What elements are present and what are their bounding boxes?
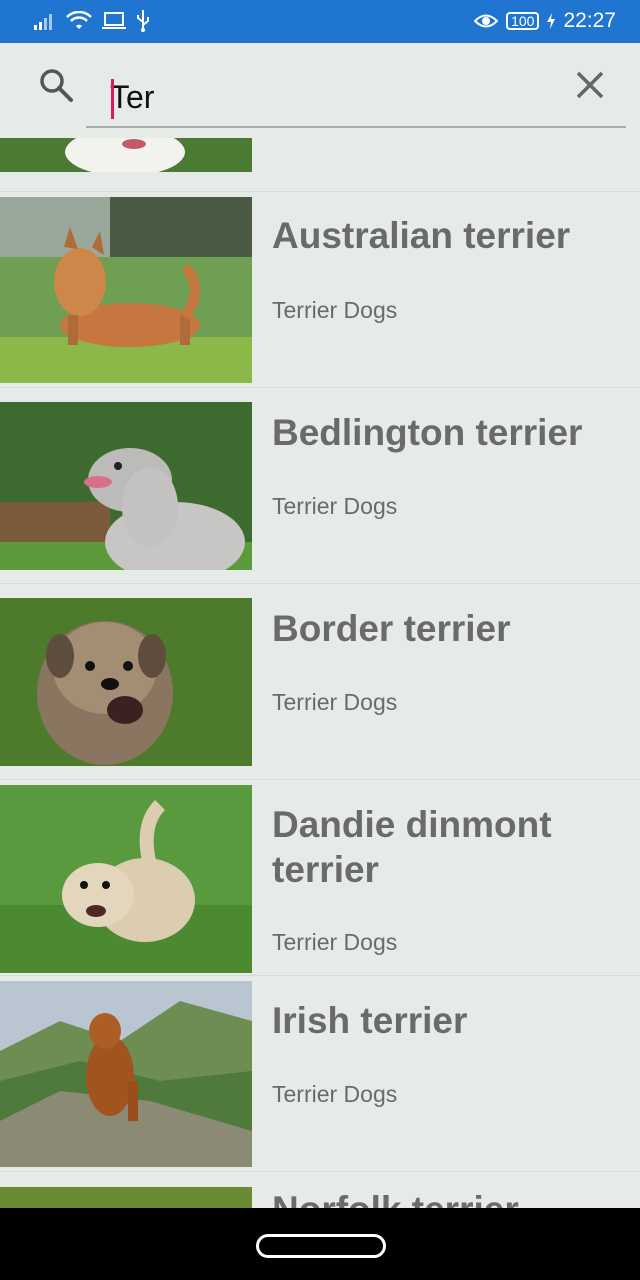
laptop-icon [102, 12, 126, 29]
search-icon[interactable] [38, 67, 74, 103]
search-header: Ter [0, 43, 640, 138]
charging-icon [547, 13, 556, 29]
close-icon[interactable] [574, 69, 606, 101]
status-bar: 100 22:27 [0, 0, 640, 43]
breed-category: Terrier Dogs [272, 1081, 398, 1107]
breed-name: Border terrier [272, 608, 511, 649]
navigation-bar [0, 1208, 640, 1280]
dog-thumbnail [0, 197, 252, 383]
status-icons-right: 100 22:27 [474, 9, 616, 33]
home-gesture-handle[interactable] [256, 1234, 386, 1258]
breed-category: Terrier Dogs [272, 493, 398, 519]
breed-category: Terrier Dogs [272, 297, 398, 323]
breed-name: Bedlington terrier [272, 412, 583, 453]
list-item[interactable]: Irish terrier Terrier Dogs [0, 981, 640, 1177]
divider [0, 779, 640, 780]
list-item[interactable]: Border terrier Terrier Dogs [0, 589, 640, 785]
battery-level: 100 [506, 12, 540, 30]
list-item[interactable]: Bedlington terrier Terrier Dogs [0, 393, 640, 589]
list-item[interactable]: Dandie dinmont terrier Terrier Dogs [0, 785, 640, 981]
breed-name: Dandie dinmont terrier [272, 804, 552, 890]
breed-category: Terrier Dogs [272, 689, 398, 715]
breed-name: Australian terrier [272, 215, 571, 256]
search-query: Ter [110, 79, 155, 115]
search-input[interactable]: Ter [86, 59, 626, 128]
usb-icon [137, 10, 149, 32]
divider [0, 975, 640, 976]
divider [0, 191, 640, 192]
dog-thumbnail [0, 402, 252, 570]
eye-comfort-icon [474, 14, 499, 28]
dog-thumbnail [0, 981, 252, 1167]
wifi-icon [66, 11, 92, 29]
clock: 22:27 [563, 9, 616, 32]
dog-thumbnail [0, 138, 252, 172]
breed-name: Irish terrier [272, 1000, 468, 1041]
breed-category: Terrier Dogs [272, 929, 398, 955]
dog-thumbnail [0, 598, 252, 766]
divider [0, 387, 640, 388]
signal-icon [34, 14, 52, 30]
list-item[interactable]: Australian terrier Terrier Dogs [0, 197, 640, 393]
divider [0, 583, 640, 584]
text-caret [111, 79, 114, 119]
dog-thumbnail [0, 785, 252, 973]
status-icons-left [34, 10, 150, 32]
divider [0, 1171, 640, 1172]
list-item-partial[interactable] [0, 138, 640, 192]
